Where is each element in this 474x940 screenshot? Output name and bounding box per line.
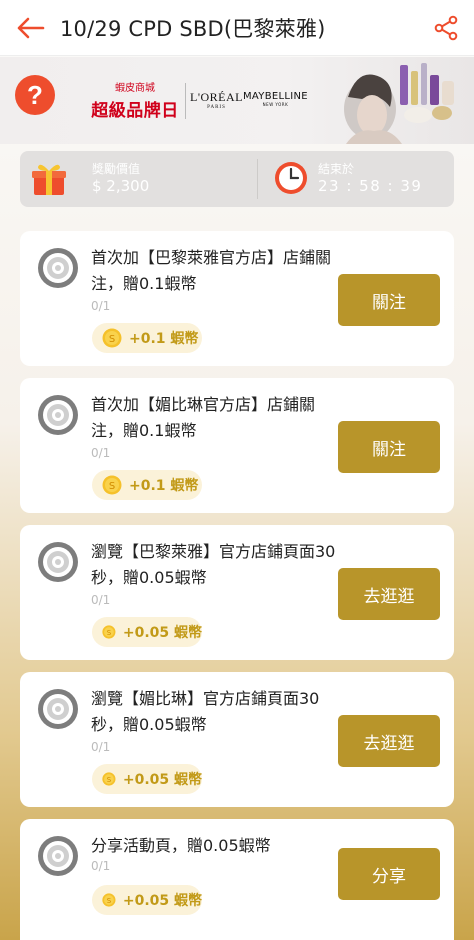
coin-reward-text: +0.05 蝦幣 [122,772,202,788]
clock-icon [275,162,307,194]
coin-reward-text: +0.05 蝦幣 [122,893,202,909]
svg-text:S: S [107,776,111,784]
loreal-logo: L'ORÉAL PARIS [190,90,243,110]
task-progress: 0/1 [91,740,111,754]
task-card: 分享活動頁，贈0.05蝦幣 0/1 S +0.05 蝦幣 分享 [20,819,454,940]
page-title: 10/29 CPD SBD(巴黎萊雅) [60,16,326,41]
task-target-icon [38,542,78,582]
reward-value: $ 2,300 [92,177,150,195]
end-time-label: 結束於 [318,162,355,176]
follow-button[interactable]: 關注 [338,421,440,473]
maybelline-logo: MAYBELLINE NEW YORK [243,91,308,107]
coin-icon: S [102,772,116,786]
svg-text:S: S [109,481,115,492]
coin-reward-badge: S +0.1 蝦幣 [92,470,202,500]
browse-shop-button[interactable]: 去逛逛 [338,568,440,620]
coin-reward-text: +0.1 蝦幣 [129,331,199,347]
coin-reward-badge: S +0.05 蝦幣 [92,764,202,794]
brand-day-label: 超級品牌日 [91,101,179,121]
task-description: 首次加【媚比琳官方店】店鋪關注，贈0.1蝦幣 [91,395,316,440]
browse-shop-button[interactable]: 去逛逛 [338,715,440,767]
coin-reward-badge: S +0.1 蝦幣 [92,323,202,353]
coin-reward-badge: S +0.05 蝦幣 [92,885,202,915]
task-card: 瀏覽【媚比琳】官方店鋪頁面30秒，贈0.05蝦幣 0/1 S +0.05 蝦幣 … [20,672,454,807]
follow-button[interactable]: 關注 [338,274,440,326]
svg-text:S: S [107,897,111,905]
coin-reward-text: +0.1 蝦幣 [129,478,199,494]
task-card: 首次加【巴黎萊雅官方店】店鋪關注，贈0.1蝦幣 0/1 S +0.1 蝦幣 關注 [20,231,454,366]
coin-icon: S [102,893,116,907]
task-target-icon [38,248,78,288]
task-description: 瀏覽【巴黎萊雅】官方店鋪頁面30秒，贈0.05蝦幣 [91,542,336,587]
coin-icon: S [102,328,122,348]
coin-icon: S [102,625,116,639]
countdown-timer: 23 : 58 : 39 [318,177,423,195]
share-task-button[interactable]: 分享 [338,848,440,900]
task-progress: 0/1 [91,859,111,873]
coin-icon: S [102,475,122,495]
gift-icon [32,164,66,195]
mall-label: 蝦皮商城 [115,83,155,94]
svg-text:S: S [109,334,115,345]
task-description: 首次加【巴黎萊雅官方店】店鋪關注，贈0.1蝦幣 [91,248,332,293]
back-arrow-icon [17,17,45,38]
task-description: 分享活動頁，贈0.05蝦幣 [91,836,271,855]
brand-banner: ? 蝦皮商城 超級品牌日 L'ORÉAL PARIS MAYBELLINE NE… [0,57,474,144]
share-icon [434,15,458,40]
logo-divider [185,83,186,119]
task-description: 瀏覽【媚比琳】官方店鋪頁面30秒，贈0.05蝦幣 [91,689,320,734]
task-target-icon [38,689,78,729]
task-card: 首次加【媚比琳官方店】店鋪關注，贈0.1蝦幣 0/1 S +0.1 蝦幣 關注 [20,378,454,513]
task-progress: 0/1 [91,593,111,607]
coin-reward-text: +0.05 蝦幣 [122,625,202,641]
task-progress: 0/1 [91,299,111,313]
task-target-icon [38,836,78,876]
back-button[interactable] [0,0,60,56]
super-brand-day-logo: 蝦皮商城 超級品牌日 [90,79,180,121]
svg-text:S: S [107,629,111,637]
reward-value-label: 獎勵價值 [92,162,141,176]
model-product-illustration [344,63,454,144]
task-card: 瀏覽【巴黎萊雅】官方店鋪頁面30秒，贈0.05蝦幣 0/1 S +0.05 蝦幣… [20,525,454,660]
task-target-icon [38,395,78,435]
reward-summary-panel: 獎勵價值 $ 2,300 結束於 23 : 58 : 39 [20,151,454,207]
coin-reward-badge: S +0.05 蝦幣 [92,617,202,647]
task-progress: 0/1 [91,446,111,460]
share-button[interactable] [418,0,474,56]
panel-divider [257,159,258,199]
top-bar: 10/29 CPD SBD(巴黎萊雅) [0,0,474,56]
help-button[interactable]: ? [15,75,55,115]
